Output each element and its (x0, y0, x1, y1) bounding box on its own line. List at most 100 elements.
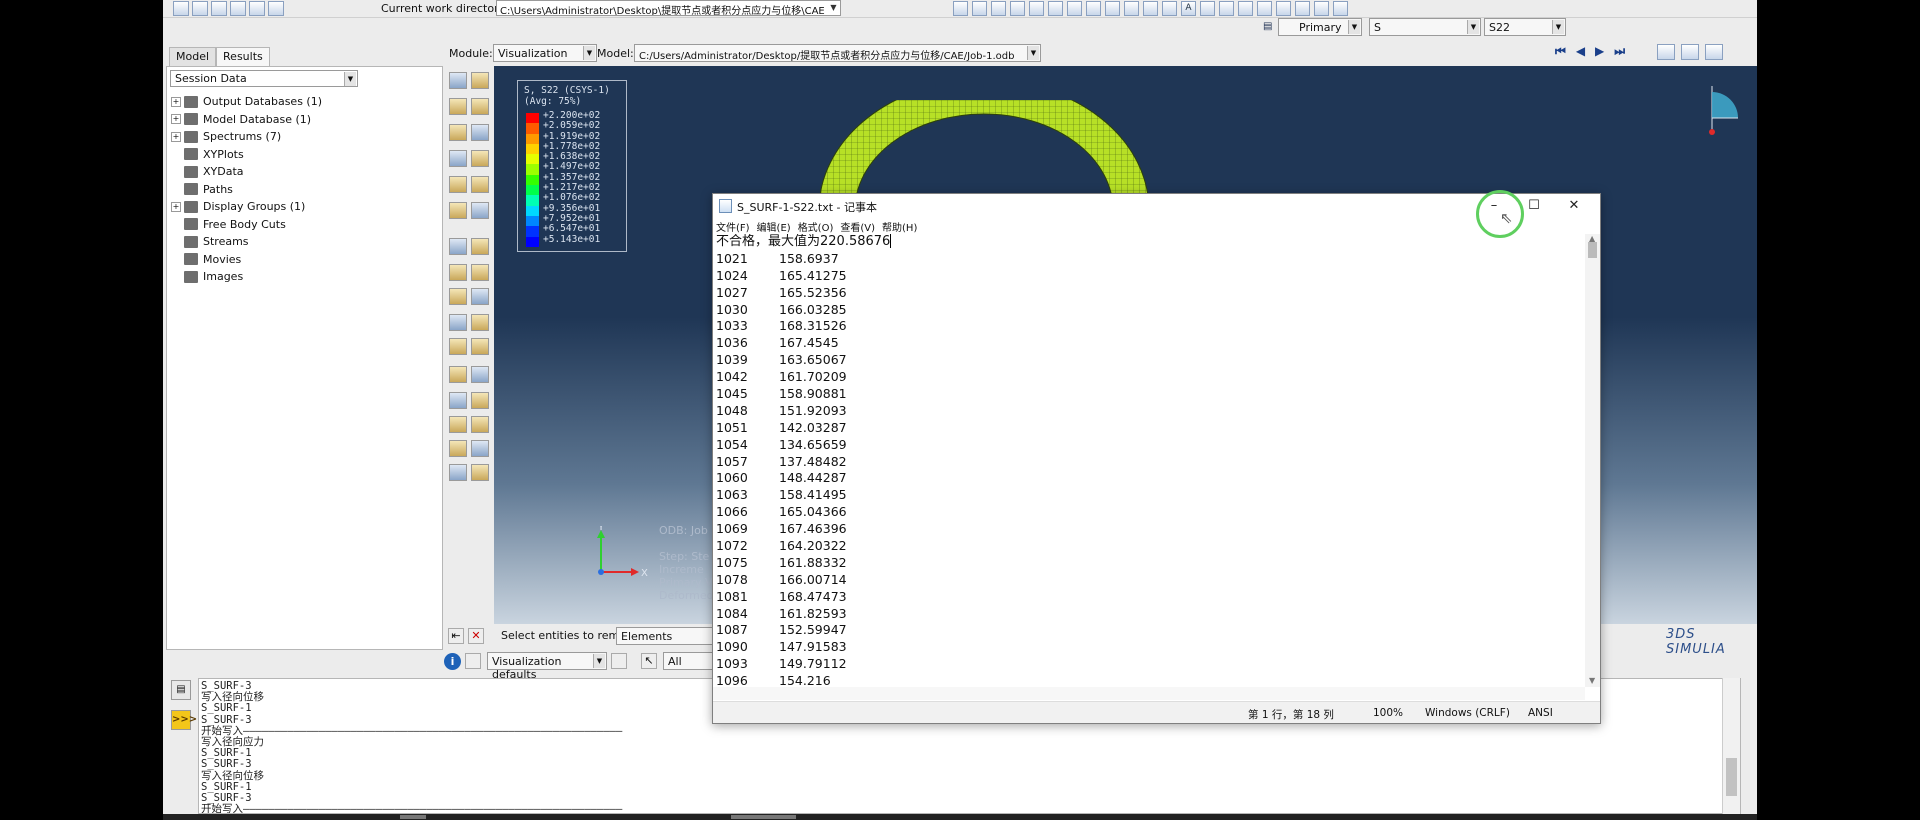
render-wireframe-icon[interactable] (1029, 1, 1044, 16)
tree-item[interactable]: XYData (171, 163, 322, 181)
toolbox-tool-icon[interactable] (471, 366, 489, 383)
toolbox-tool-icon[interactable] (449, 464, 467, 481)
message-log-icon[interactable]: ▤ (171, 680, 191, 700)
toolbox-tool-icon[interactable] (471, 440, 489, 457)
layer-icon[interactable] (611, 653, 627, 669)
last-frame-icon[interactable]: ⏭ (1614, 44, 1625, 59)
toolbox-tool-icon[interactable] (471, 176, 489, 193)
pan-icon[interactable] (1238, 1, 1253, 16)
toolbox-tool-icon[interactable] (471, 72, 489, 89)
new-file-icon[interactable] (173, 1, 189, 16)
toolbox-tool-icon[interactable] (471, 264, 489, 281)
notepad-text-area[interactable]: 不合格，最大值为220.58676 1021 158.6937 1024 165.41… (716, 234, 1576, 687)
toolbox-tool-icon[interactable] (449, 440, 467, 457)
toolbox-tool-icon[interactable] (471, 238, 489, 255)
chevron-down-icon[interactable]: ▼ (1348, 20, 1360, 34)
previous-frame-icon[interactable]: ◀ (1576, 44, 1585, 59)
menu-item[interactable]: 编辑(E) (757, 219, 791, 234)
chevron-down-icon[interactable]: ▼ (1552, 20, 1564, 34)
expand-icon[interactable]: + (171, 201, 181, 212)
zoom-icon[interactable] (1276, 1, 1291, 16)
menu-item[interactable]: 查看(V) (840, 219, 875, 234)
tree-item[interactable]: + Spectrums (7) (171, 128, 322, 146)
defaults-icon[interactable] (465, 653, 481, 669)
measure-icon[interactable] (1162, 1, 1177, 16)
next-frame-icon[interactable]: ▶ (1595, 44, 1604, 59)
visualization-defaults-select[interactable]: Visualization defaults ▼ (487, 652, 607, 681)
tree-item[interactable]: Free Body Cuts (171, 216, 322, 234)
notepad-vertical-scrollbar[interactable]: ▲ ▼ (1585, 234, 1600, 687)
toolbox-tool-icon[interactable] (449, 72, 467, 89)
rotate-icon[interactable] (1257, 1, 1272, 16)
first-frame-icon[interactable]: ⏮ (1555, 44, 1566, 59)
tab-results[interactable]: Results (216, 47, 270, 66)
toolbox-tool-icon[interactable] (471, 124, 489, 141)
tab-model[interactable]: Model (169, 47, 217, 66)
toolbox-tool-icon[interactable] (449, 150, 467, 167)
view-back-icon[interactable] (972, 1, 987, 16)
odb-icon[interactable] (268, 1, 284, 16)
toolbox-tool-icon[interactable] (449, 176, 467, 193)
table-icon[interactable] (1124, 1, 1139, 16)
expand-icon[interactable]: + (171, 131, 181, 142)
toolbox-tool-icon[interactable] (449, 392, 467, 409)
toolbox-tool-icon[interactable] (449, 124, 467, 141)
cancel-icon[interactable]: ✕ (468, 628, 484, 644)
toolbox-tool-icon[interactable] (471, 150, 489, 167)
render-hidden-icon[interactable] (1048, 1, 1063, 16)
toolbox-tool-icon[interactable] (449, 98, 467, 115)
zoom-box-icon[interactable] (1295, 1, 1310, 16)
toolbox-tool-icon[interactable] (449, 314, 467, 331)
view-front-icon[interactable] (953, 1, 968, 16)
expand-icon[interactable]: + (171, 96, 181, 107)
animate-icon[interactable] (1657, 44, 1675, 60)
toolbox-tool-icon[interactable] (471, 98, 489, 115)
menu-item[interactable]: 格式(O) (798, 219, 834, 234)
menu-item[interactable]: 帮助(H) (882, 219, 917, 234)
toolbox-tool-icon[interactable] (471, 464, 489, 481)
cycle-views-icon[interactable] (1333, 1, 1348, 16)
select-arrow-icon[interactable] (1200, 1, 1215, 16)
view-top-icon[interactable] (991, 1, 1006, 16)
message-scrollbar[interactable] (1722, 678, 1740, 814)
toolbox-tool-icon[interactable] (471, 416, 489, 433)
toolbox-tool-icon[interactable] (471, 314, 489, 331)
back-arrow-icon[interactable]: ⇤ (448, 628, 464, 644)
toolbox-tool-icon[interactable] (471, 392, 489, 409)
menu-item[interactable]: 文件(F) (716, 219, 750, 234)
tree-item[interactable]: + Display Groups (1) (171, 198, 322, 216)
camera-icon[interactable] (1681, 44, 1699, 60)
toolbox-tool-icon[interactable] (449, 238, 467, 255)
toolbox-tool-icon[interactable] (471, 202, 489, 219)
tree-item[interactable]: Movies (171, 251, 322, 269)
chevron-down-icon[interactable]: ▼ (827, 1, 840, 15)
toolbox-tool-icon[interactable] (449, 202, 467, 219)
tree-item[interactable]: + Output Databases (1) (171, 93, 322, 111)
query-icon[interactable] (1105, 1, 1120, 16)
field-variable-select[interactable]: S ▼ (1369, 18, 1481, 36)
toolbox-tool-icon[interactable] (449, 416, 467, 433)
probe-icon[interactable] (1143, 1, 1158, 16)
chevron-down-icon[interactable]: ▼ (1027, 46, 1039, 60)
module-select[interactable]: Visualization ▼ (493, 44, 597, 62)
expand-icon[interactable]: + (171, 114, 181, 125)
tree-item[interactable]: Images (171, 268, 322, 286)
text-annotation-icon[interactable]: A (1181, 1, 1196, 16)
render-filled-icon[interactable] (1067, 1, 1082, 16)
close-button[interactable]: ✕ (1559, 195, 1589, 217)
toolbox-tool-icon[interactable] (471, 338, 489, 355)
toolbox-tool-icon[interactable] (449, 264, 467, 281)
scroll-down-icon[interactable]: ▼ (1589, 676, 1595, 685)
database-icon[interactable] (249, 1, 265, 16)
toolbox-tool-icon[interactable] (449, 338, 467, 355)
tree-item[interactable]: + Model Database (1) (171, 111, 322, 129)
notepad-titlebar[interactable]: S_SURF-1-S22.txt - 记事本 – ☐ ✕ ⇖ (713, 190, 1600, 238)
chevron-down-icon[interactable]: ▼ (583, 46, 595, 60)
selection-arrow-icon[interactable]: ↖ (641, 653, 657, 669)
chevron-down-icon[interactable]: ▼ (344, 72, 356, 86)
auto-fit-icon[interactable] (1314, 1, 1329, 16)
tree-item[interactable]: XYPlots (171, 146, 322, 164)
open-file-icon[interactable] (192, 1, 208, 16)
tree-item[interactable]: Streams (171, 233, 322, 251)
field-output-type-select[interactable]: Primary ▼ (1278, 18, 1362, 36)
